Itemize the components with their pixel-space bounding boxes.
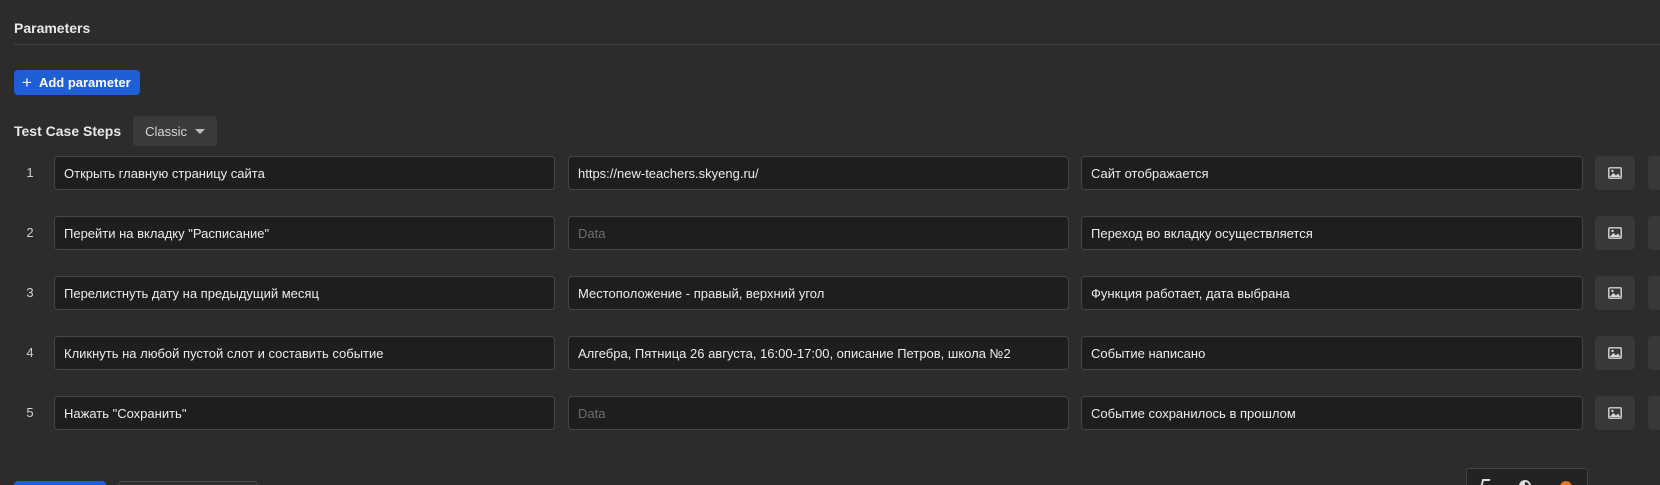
step-data-field[interactable]: Местоположение - правый, верхний угол — [568, 276, 1069, 310]
step-expected-result-field[interactable]: Функция работает, дата выбрана — [1081, 276, 1583, 310]
test-case-editor: Parameters + Add parameter Test Case Ste… — [0, 0, 1660, 485]
notification-dot-icon[interactable] — [1560, 481, 1572, 485]
cursor-icon[interactable] — [1479, 479, 1491, 485]
attach-image-button[interactable] — [1595, 396, 1635, 430]
step-data-field[interactable]: Data — [568, 396, 1069, 430]
add-parameter-label: Add parameter — [38, 75, 131, 90]
steps-mode-value: Classic — [145, 123, 188, 139]
step-number: 2 — [26, 225, 34, 240]
attach-image-button[interactable] — [1595, 156, 1635, 190]
contrast-icon[interactable] — [1519, 480, 1531, 485]
attach-image-button[interactable] — [1595, 336, 1635, 370]
section-divider — [14, 44, 1660, 45]
floating-toolbar — [1466, 468, 1588, 485]
step-row: 4 Кликнуть на любой пустой слот и состав… — [0, 336, 1660, 370]
step-number: 4 — [26, 345, 34, 360]
step-expected-result-field[interactable]: Событие сохранилось в прошлом — [1081, 396, 1583, 430]
step-more-button[interactable] — [1648, 216, 1660, 250]
steps-heading: Test Case Steps — [14, 123, 122, 139]
step-row: 2 Перейти на вкладку "Расписание" Data П… — [0, 216, 1660, 250]
step-expected-result-field[interactable]: Сайт отображается — [1081, 156, 1583, 190]
image-icon — [1608, 407, 1622, 419]
step-number: 1 — [26, 165, 34, 180]
add-parameter-button[interactable]: + Add parameter — [14, 70, 140, 95]
steps-mode-dropdown[interactable]: Classic — [133, 116, 218, 146]
step-data-field[interactable]: Алгебра, Пятница 26 августа, 16:00-17:00… — [568, 336, 1069, 370]
attach-image-button[interactable] — [1595, 216, 1635, 250]
caret-down-icon — [195, 128, 206, 134]
step-number: 3 — [26, 285, 34, 300]
bottom-primary-button[interactable] — [14, 481, 106, 485]
plus-icon: + — [22, 72, 32, 92]
step-more-button[interactable] — [1648, 336, 1660, 370]
step-more-button[interactable] — [1648, 156, 1660, 190]
step-more-button[interactable] — [1648, 276, 1660, 310]
bottom-secondary-button[interactable] — [118, 481, 258, 485]
image-icon — [1608, 347, 1622, 359]
step-action-field[interactable]: Нажать "Сохранить" — [54, 396, 555, 430]
image-icon — [1608, 167, 1622, 179]
step-row: 5 Нажать "Сохранить" Data Событие сохран… — [0, 396, 1660, 430]
step-action-field[interactable]: Перелистнуть дату на предыдущий месяц — [54, 276, 555, 310]
step-action-field[interactable]: Перейти на вкладку "Расписание" — [54, 216, 555, 250]
step-action-field[interactable]: Открыть главную страницу сайта — [54, 156, 555, 190]
step-expected-result-field[interactable]: Событие написано — [1081, 336, 1583, 370]
step-data-field[interactable]: https://new-teachers.skyeng.ru/ — [568, 156, 1069, 190]
attach-image-button[interactable] — [1595, 276, 1635, 310]
step-number: 5 — [26, 405, 34, 420]
step-row: 1 Открыть главную страницу сайта https:/… — [0, 156, 1660, 190]
step-data-field[interactable]: Data — [568, 216, 1069, 250]
image-icon — [1608, 227, 1622, 239]
step-action-field[interactable]: Кликнуть на любой пустой слот и составит… — [54, 336, 555, 370]
image-icon — [1608, 287, 1622, 299]
parameters-heading: Parameters — [14, 20, 91, 36]
steps-header: Test Case Steps Classic — [14, 116, 218, 146]
step-expected-result-field[interactable]: Переход во вкладку осуществляется — [1081, 216, 1583, 250]
step-row: 3 Перелистнуть дату на предыдущий месяц … — [0, 276, 1660, 310]
step-more-button[interactable] — [1648, 396, 1660, 430]
